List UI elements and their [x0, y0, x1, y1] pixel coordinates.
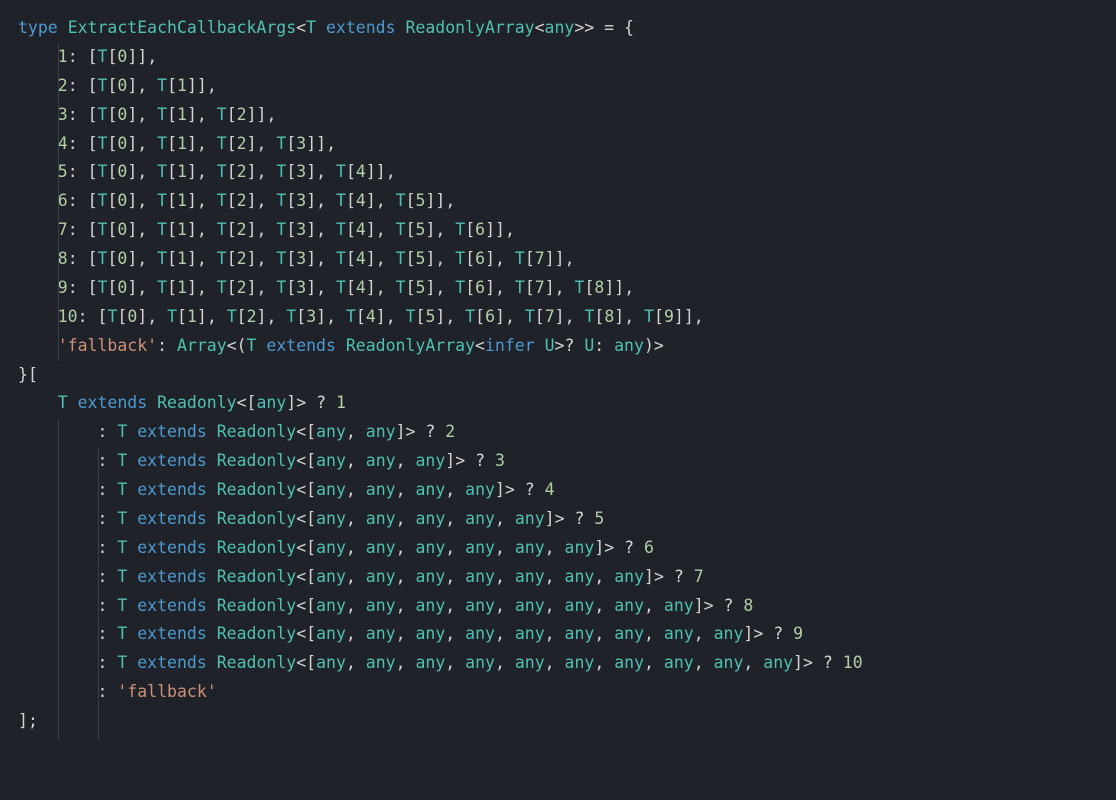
indent-guide [58, 419, 59, 739]
code-block: type ExtractEachCallbackArgs<T extends R… [18, 14, 1098, 736]
keyword-type: type [18, 18, 58, 37]
code-editor[interactable]: type ExtractEachCallbackArgs<T extends R… [18, 14, 1098, 736]
indent-guide [58, 43, 59, 361]
indent-guide [98, 448, 99, 739]
type-name: ExtractEachCallbackArgs [68, 18, 296, 37]
